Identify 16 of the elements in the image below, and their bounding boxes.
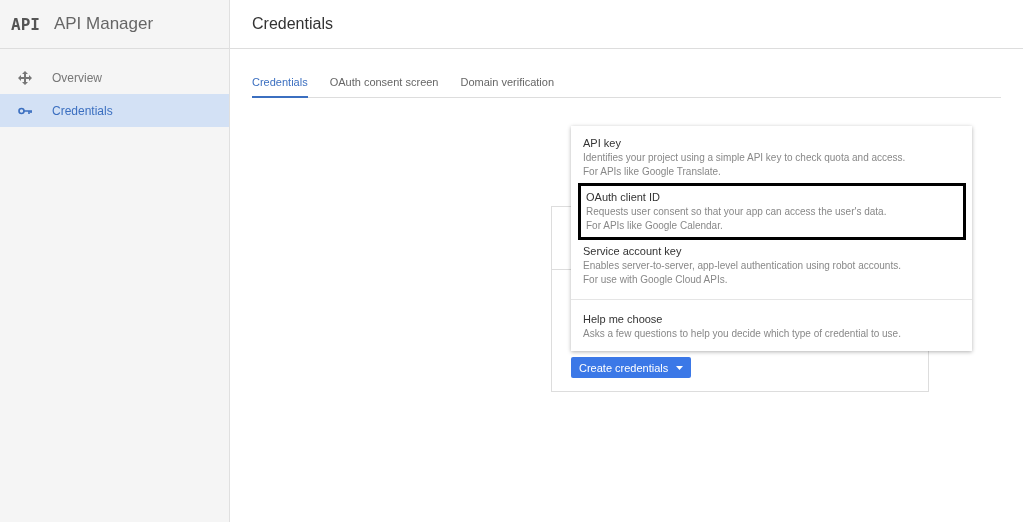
menu-item[interactable]: API key Identifies your project using a simple API key to check quota and access. For APIs like Google Translate. <box>571 132 972 183</box>
tab[interactable]: Credentials <box>252 73 308 98</box>
sidebar-item[interactable]: Credentials <box>0 94 229 127</box>
move-arrows-icon <box>18 70 32 85</box>
create-credentials-button[interactable]: Create credentials <box>571 357 692 378</box>
caret-icon <box>676 365 684 370</box>
page-title: Credentials <box>252 15 333 33</box>
highlighted-menu-item[interactable]: OAuth client ID Requests user consent so that your app can access the user's data. For APIs like Google Calendar. <box>578 183 966 240</box>
tab[interactable]: OAuth consent screen <box>329 73 439 98</box>
app-title: API Manager <box>53 14 154 34</box>
tab[interactable]: Domain verification <box>460 73 555 98</box>
menu-item[interactable]: Help me choose Asks a few questions to help you decide which type of credential to use. <box>571 299 972 345</box>
sidebar-item[interactable]: Overview <box>0 61 229 94</box>
key-icon <box>18 106 32 115</box>
menu-item[interactable]: Service account key Enables server-to-server, app-level authentication using robot accounts. For use with Google Cloud APIs. <box>571 240 972 291</box>
app-logo: API <box>11 14 40 34</box>
